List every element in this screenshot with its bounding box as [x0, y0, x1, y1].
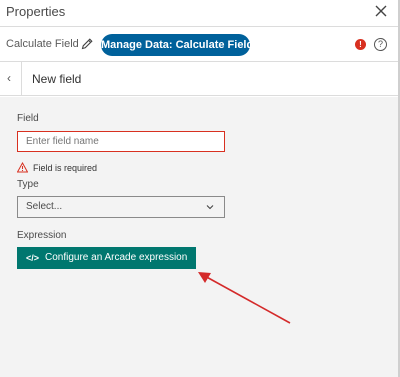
type-select[interactable]: Select... — [17, 196, 225, 218]
pencil-icon[interactable] — [80, 37, 94, 51]
error-text: Field is required — [33, 163, 98, 173]
subheader-title: New field — [32, 72, 82, 86]
close-icon[interactable] — [374, 4, 388, 18]
type-label: Type — [17, 179, 39, 190]
error-icon[interactable]: ! — [355, 39, 366, 50]
chevron-left-icon: ‹ — [7, 71, 11, 85]
properties-titlebar: Properties — [0, 0, 398, 27]
configure-arcade-expression-button[interactable]: </> Configure an Arcade expression — [17, 247, 196, 269]
arcade-button-label: Configure an Arcade expression — [45, 252, 188, 263]
tool-name: Calculate Field — [6, 38, 79, 50]
panel-title: Properties — [6, 4, 66, 19]
expression-label: Expression — [17, 230, 67, 241]
back-button[interactable]: ‹ — [0, 62, 22, 96]
field-name-input[interactable] — [17, 131, 225, 152]
help-icon[interactable]: ? — [374, 38, 387, 51]
form-content: Field Field is required Type Select... E… — [0, 97, 398, 377]
code-icon: </> — [26, 253, 40, 263]
chevron-down-icon — [206, 205, 214, 210]
warning-icon — [17, 162, 28, 173]
tool-toolbar: Calculate Field Manage Data: Calculate F… — [0, 28, 398, 62]
type-select-value: Select... — [26, 201, 63, 212]
field-label: Field — [17, 113, 39, 124]
subheader: ‹ New field — [0, 62, 398, 96]
manage-data-pill-button[interactable]: Manage Data: Calculate Field — [101, 34, 253, 56]
